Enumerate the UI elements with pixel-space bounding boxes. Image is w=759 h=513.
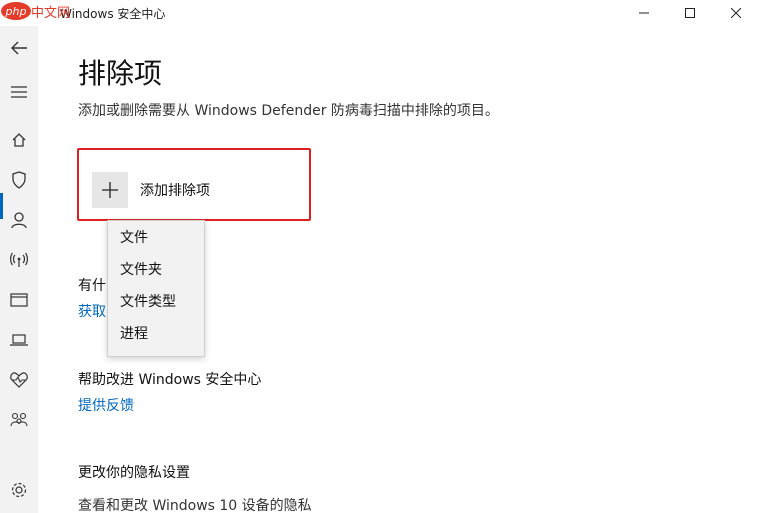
close-icon [731, 8, 741, 18]
sidebar-item-firewall[interactable] [0, 242, 38, 278]
home-icon [12, 133, 26, 147]
main-content: 排除项 添加或删除需要从 Windows Defender 防病毒扫描中排除的项… [38, 26, 759, 513]
menu-item-file-type[interactable]: 文件类型 [108, 286, 204, 318]
add-exclusion-label: 添加排除项 [140, 183, 210, 199]
sidebar-item-app-browser[interactable] [0, 282, 38, 318]
menu-item-file[interactable]: 文件 [108, 222, 204, 254]
sidebar-item-account[interactable] [0, 202, 38, 238]
family-icon [10, 412, 28, 427]
minimize-icon [639, 12, 649, 14]
php-logo-watermark: php 中文网 [1, 2, 70, 21]
close-button[interactable] [713, 0, 759, 26]
page-description: 添加或删除需要从 Windows Defender 防病毒扫描中排除的项目。 [78, 103, 499, 119]
gear-icon [11, 482, 27, 498]
hamburger-menu-icon [11, 86, 27, 98]
minimize-button[interactable] [621, 0, 667, 26]
exclusion-type-menu: 文件 文件夹 文件类型 进程 [107, 220, 205, 357]
questions-heading: 有什 [78, 278, 106, 294]
feedback-link[interactable]: 提供反馈 [78, 395, 134, 415]
plus-icon [102, 182, 118, 198]
privacy-description: 查看和更改 Windows 10 设备的隐私 [78, 498, 312, 513]
sidebar-item-device-security[interactable] [0, 322, 38, 358]
wireless-icon [10, 252, 28, 267]
sidebar-item-family-options[interactable] [0, 402, 38, 438]
svg-text:php: php [5, 5, 27, 18]
back-button[interactable] [0, 30, 38, 66]
menu-item-folder[interactable]: 文件夹 [108, 254, 204, 286]
nav-sidebar [0, 26, 38, 513]
app-browser-icon [10, 293, 28, 307]
svg-text:中文网: 中文网 [31, 6, 70, 21]
title-bar: Windows 安全中心 php 中文网 [0, 0, 759, 26]
plus-icon-tile [92, 172, 128, 208]
sidebar-item-device-health[interactable] [0, 362, 38, 398]
page-title: 排除项 [78, 57, 163, 90]
privacy-heading: 更改你的隐私设置 [78, 465, 190, 481]
back-arrow-icon [11, 41, 27, 55]
laptop-icon [10, 334, 28, 346]
sidebar-item-virus-protection[interactable] [0, 162, 38, 198]
heart-pulse-icon [10, 372, 28, 388]
menu-button[interactable] [0, 74, 38, 110]
person-icon [11, 212, 27, 229]
shield-icon [12, 171, 26, 189]
improve-heading: 帮助改进 Windows 安全中心 [78, 372, 262, 388]
get-help-link[interactable]: 获取 [78, 301, 106, 321]
menu-item-process[interactable]: 进程 [108, 318, 204, 350]
maximize-icon [685, 8, 695, 18]
maximize-button[interactable] [667, 0, 713, 26]
add-exclusion-button[interactable]: 添加排除项 [92, 172, 210, 208]
sidebar-item-home[interactable] [0, 122, 38, 158]
sidebar-item-settings[interactable] [0, 472, 38, 508]
